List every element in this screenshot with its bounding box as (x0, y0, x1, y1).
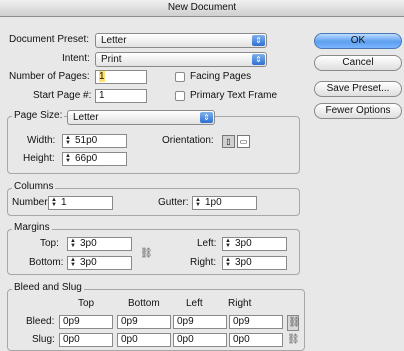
slug-top-field[interactable]: 0p0 (59, 333, 113, 347)
bleed-left-field[interactable]: 0p9 (173, 315, 227, 329)
slug-label: Slug: (32, 334, 55, 345)
intent-label: Intent: (62, 53, 90, 64)
slug-bottom-value: 0p0 (121, 334, 138, 345)
intent-value: Print (101, 54, 122, 65)
cancel-button[interactable]: Cancel (314, 55, 402, 71)
intent-select[interactable]: Print ⇕ (95, 52, 267, 67)
right-margin-value: 3p0 (235, 257, 252, 268)
number-of-pages-field[interactable]: 1 (95, 70, 147, 84)
number-of-pages-value: 1 (99, 71, 105, 82)
page-size-value: Letter (73, 112, 99, 123)
bleed-slug-legend: Bleed and Slug (12, 282, 84, 294)
window-title: New Document (167, 2, 237, 13)
start-page-label: Start Page #: (33, 90, 92, 101)
margins-legend: Margins (12, 222, 52, 234)
right-margin-label: Right: (190, 257, 217, 268)
chain-link-icon[interactable]: ⛓ (140, 247, 153, 261)
slug-right-field[interactable]: 0p0 (229, 333, 283, 347)
chain-link-icon[interactable]: ⛓ (287, 315, 301, 331)
orientation-label: Orientation: (162, 135, 214, 146)
popup-arrows-icon: ⇕ (252, 54, 265, 65)
width-field[interactable]: ▲ ▼ 51p0 (62, 134, 127, 148)
landscape-icon[interactable]: ▭ (237, 135, 250, 148)
title-bar: New Document (0, 0, 404, 17)
height-value: 66p0 (75, 153, 98, 164)
left-margin-field[interactable]: ▲ ▼ 3p0 (222, 237, 287, 251)
width-value: 51p0 (75, 135, 98, 146)
chain-link-icon[interactable]: ⛓ (287, 333, 300, 347)
primary-text-frame-checkbox[interactable] (175, 91, 185, 101)
bottom-margin-value: 3p0 (80, 257, 97, 268)
stepper-icon[interactable]: ▲ ▼ (65, 153, 71, 164)
slug-right-value: 0p0 (233, 334, 250, 345)
slug-bottom-field[interactable]: 0p0 (117, 333, 171, 347)
bleed-left-value: 0p9 (177, 316, 194, 327)
columns-number-field[interactable]: ▲ ▼ 1 (48, 196, 113, 210)
right-margin-field[interactable]: ▲ ▼ 3p0 (222, 256, 287, 270)
top-margin-label: Top: (40, 238, 59, 249)
fewer-options-button[interactable]: Fewer Options (314, 103, 402, 119)
ok-button[interactable]: OK (314, 33, 402, 49)
document-preset-value: Letter (101, 35, 127, 46)
header-top: Top (78, 298, 95, 309)
bleed-label: Bleed: (26, 316, 55, 327)
header-bottom: Bottom (128, 298, 160, 309)
columns-number-value: 1 (61, 197, 67, 208)
portrait-icon[interactable]: ▯ (222, 135, 235, 148)
bleed-bottom-value: 0p9 (121, 316, 138, 327)
bottom-margin-field[interactable]: ▲ ▼ 3p0 (67, 256, 132, 270)
gutter-value: 1p0 (205, 197, 222, 208)
slug-top-value: 0p0 (63, 334, 80, 345)
stepper-icon[interactable]: ▲ ▼ (65, 135, 71, 146)
stepper-icon[interactable]: ▲ ▼ (70, 257, 76, 268)
header-right: Right (228, 298, 252, 309)
height-label: Height: (23, 153, 55, 164)
top-margin-value: 3p0 (80, 238, 97, 249)
header-left: Left (186, 298, 203, 309)
popup-arrows-icon: ⇕ (252, 35, 265, 46)
bleed-top-field[interactable]: 0p9 (59, 315, 113, 329)
stepper-icon[interactable]: ▲ ▼ (225, 257, 231, 268)
document-preset-label: Document Preset: (9, 34, 90, 45)
height-field[interactable]: ▲ ▼ 66p0 (62, 152, 127, 166)
gutter-field[interactable]: ▲ ▼ 1p0 (192, 196, 257, 210)
left-margin-value: 3p0 (235, 238, 252, 249)
popup-arrows-icon: ⇕ (200, 112, 213, 123)
bleed-top-value: 0p9 (63, 316, 80, 327)
start-page-value: 1 (99, 90, 105, 101)
number-of-pages-label: Number of Pages: (9, 71, 90, 82)
facing-pages-checkbox[interactable] (175, 72, 185, 82)
slug-left-field[interactable]: 0p0 (173, 333, 227, 347)
start-page-field[interactable]: 1 (95, 89, 147, 103)
bottom-margin-label: Bottom: (29, 257, 64, 268)
stepper-icon[interactable]: ▲ ▼ (195, 197, 201, 208)
document-preset-select[interactable]: Letter ⇕ (95, 33, 267, 48)
gutter-label: Gutter: (158, 197, 189, 208)
columns-legend: Columns (12, 181, 56, 193)
stepper-icon[interactable]: ▲ ▼ (51, 197, 57, 208)
left-margin-label: Left: (197, 238, 217, 249)
page-size-legend: Page Size: (12, 110, 65, 122)
stepper-icon[interactable]: ▲ ▼ (225, 238, 231, 249)
bleed-bottom-field[interactable]: 0p9 (117, 315, 171, 329)
slug-left-value: 0p0 (177, 334, 194, 345)
top-margin-field[interactable]: ▲ ▼ 3p0 (67, 237, 132, 251)
bleed-right-value: 0p9 (233, 316, 250, 327)
save-preset-button[interactable]: Save Preset... (314, 81, 402, 97)
stepper-icon[interactable]: ▲ ▼ (70, 238, 76, 249)
primary-text-frame-label: Primary Text Frame (190, 90, 278, 101)
page-size-select[interactable]: Letter ⇕ (67, 110, 215, 125)
width-label: Width: (27, 135, 56, 146)
columns-number-label: Number: (12, 197, 51, 208)
bleed-right-field[interactable]: 0p9 (229, 315, 283, 329)
facing-pages-label: Facing Pages (190, 71, 252, 82)
